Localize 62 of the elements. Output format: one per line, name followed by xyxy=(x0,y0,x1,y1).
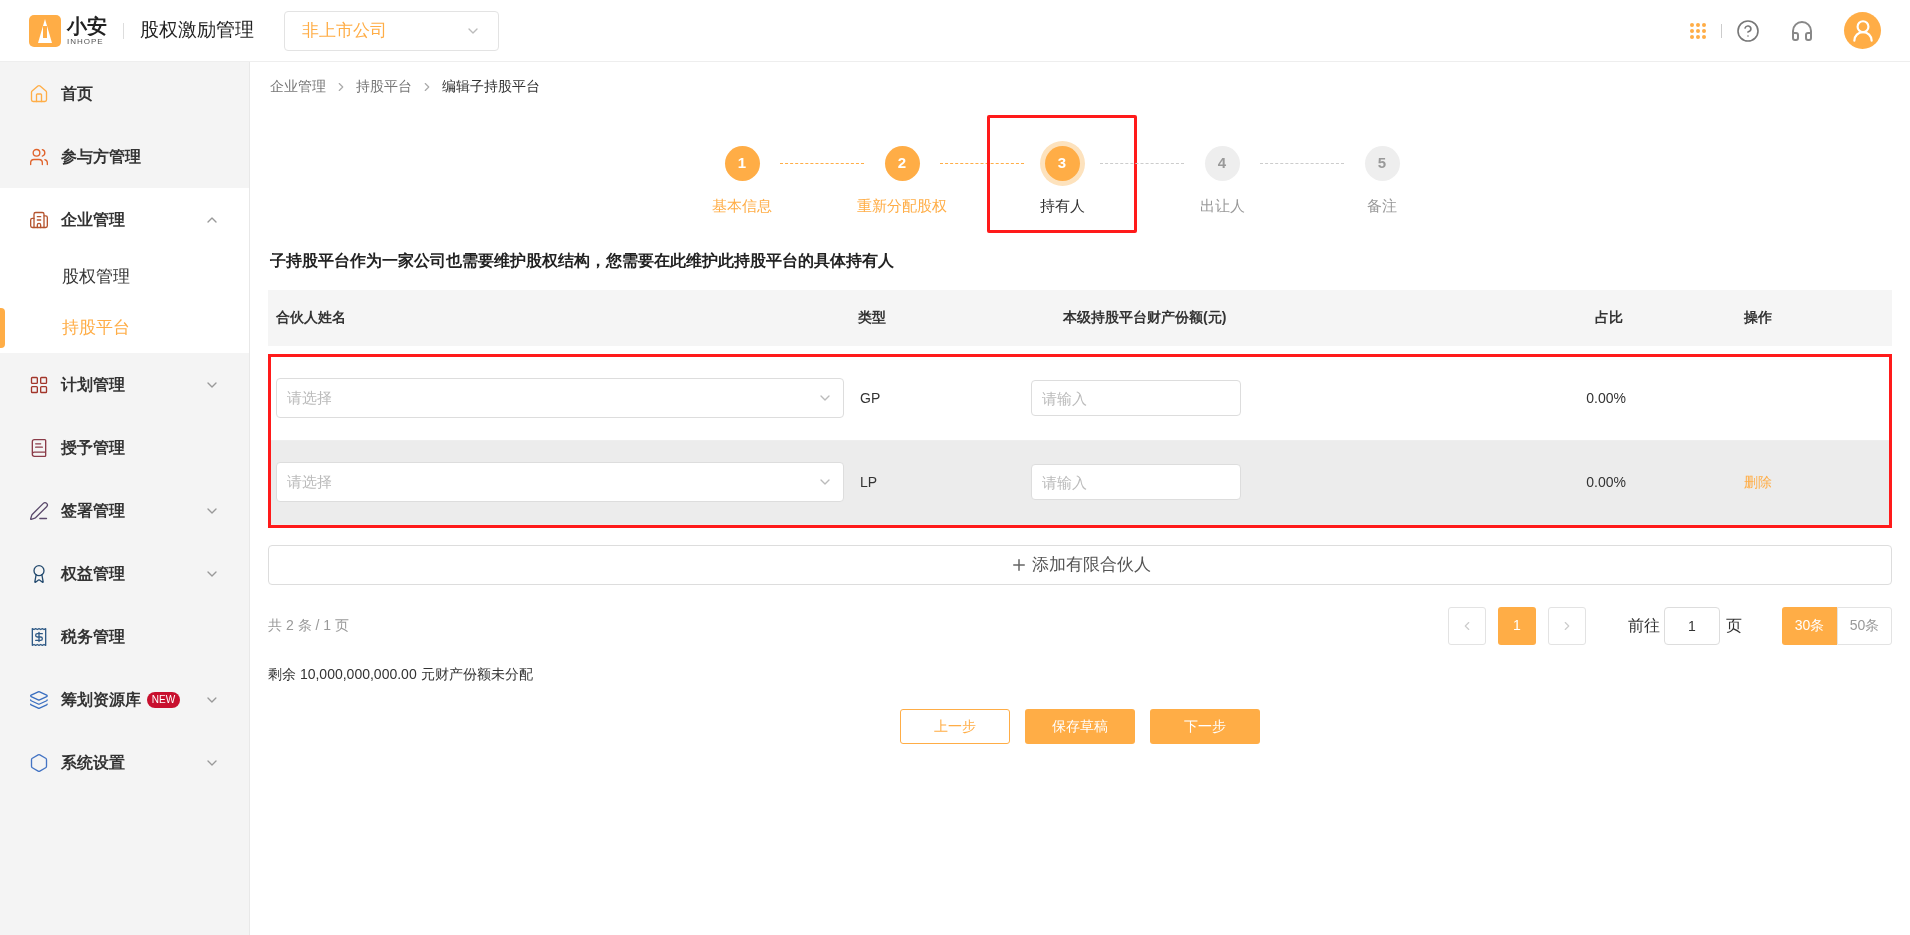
sidebar-item[interactable]: 授予管理 xyxy=(0,416,249,479)
step-number: 5 xyxy=(1364,146,1400,181)
sidebar-item[interactable]: 签署管理 xyxy=(0,479,249,542)
sidebar-item[interactable]: 权益管理 xyxy=(0,542,249,605)
next-page-button[interactable] xyxy=(1548,606,1586,645)
logo-text: 小安 xyxy=(67,15,107,36)
column-header: 操作 xyxy=(1743,308,1772,327)
step-number: 4 xyxy=(1204,146,1240,181)
sidebar-subitem[interactable]: 股权管理 xyxy=(62,263,130,290)
table-cell-text: GP xyxy=(859,388,881,408)
building-icon xyxy=(29,209,49,230)
breadcrumb-item[interactable]: 持股平台 xyxy=(356,76,412,97)
logo-icon xyxy=(29,14,61,47)
grid-icon xyxy=(29,374,49,395)
step-label: 备注 xyxy=(1367,196,1397,216)
home-icon xyxy=(29,83,49,104)
goto-unit: 页 xyxy=(1726,615,1742,636)
layers-icon xyxy=(29,689,49,710)
breadcrumb-item[interactable]: 企业管理 xyxy=(270,76,326,97)
avatar[interactable] xyxy=(1844,12,1881,49)
step-label: 基本信息 xyxy=(712,196,772,216)
step-label: 重新分配股权 xyxy=(857,196,947,216)
add-partner-button[interactable]: 添加有限合伙人 xyxy=(268,544,1892,585)
column-header: 类型 xyxy=(857,308,886,327)
sidebar-item[interactable]: 首页 xyxy=(0,62,249,125)
table-cell-text: LP xyxy=(859,472,878,492)
sidebar-item[interactable]: 计划管理 xyxy=(0,353,249,416)
receipt-icon xyxy=(29,626,49,647)
sidebar-item[interactable]: 企业管理 xyxy=(0,188,249,251)
table-cell-text: 0.00% xyxy=(1586,388,1626,408)
goto-page-input[interactable]: 1 xyxy=(1664,606,1720,645)
breadcrumb-item: 编辑子持股平台 xyxy=(442,77,540,96)
app-title: 股权激励管理 xyxy=(140,18,254,43)
active-indicator xyxy=(0,308,5,348)
step-label: 出让人 xyxy=(1199,196,1245,216)
pagination-summary: 共 2 条 / 1 页 xyxy=(268,616,349,635)
users-icon xyxy=(29,146,49,167)
column-header: 合伙人姓名 xyxy=(275,308,346,327)
book-icon xyxy=(29,437,49,458)
amount-input[interactable]: 请输入 xyxy=(1031,380,1241,416)
remaining-note: 剩余 10,000,000,000.00 元财产份额未分配 xyxy=(268,664,534,684)
pen-icon xyxy=(29,500,49,521)
new-badge: NEW xyxy=(146,691,181,708)
sidebar-item[interactable]: 筹划资源库 NEW xyxy=(0,668,249,731)
column-header: 占比 xyxy=(1595,308,1623,327)
step-number: 1 xyxy=(724,146,760,181)
amount-input[interactable]: 请输入 xyxy=(1031,464,1241,500)
help-icon[interactable] xyxy=(1736,18,1760,43)
section-heading: 子持股平台作为一家公司也需要维护股权结构，您需要在此维护此持股平台的具体持有人 xyxy=(269,250,895,271)
hexagon-icon xyxy=(29,752,49,773)
logo-subtext: INHOPE xyxy=(67,37,105,46)
step-number: 2 xyxy=(884,146,920,181)
prev-page-button[interactable] xyxy=(1448,606,1486,645)
apps-grid-icon[interactable] xyxy=(1689,21,1707,40)
column-header: 本级持股平台财产份额(元) xyxy=(1062,308,1227,327)
sidebar-item[interactable]: 系统设置 xyxy=(0,731,249,794)
step-label: 持有人 xyxy=(1039,196,1085,216)
table-cell-text: 0.00% xyxy=(1586,472,1626,492)
sidebar-item[interactable]: 参与方管理 xyxy=(0,125,249,188)
sidebar-item[interactable]: 税务管理 xyxy=(0,605,249,668)
goto-label: 前往 xyxy=(1628,615,1660,636)
headset-icon[interactable] xyxy=(1790,18,1814,43)
